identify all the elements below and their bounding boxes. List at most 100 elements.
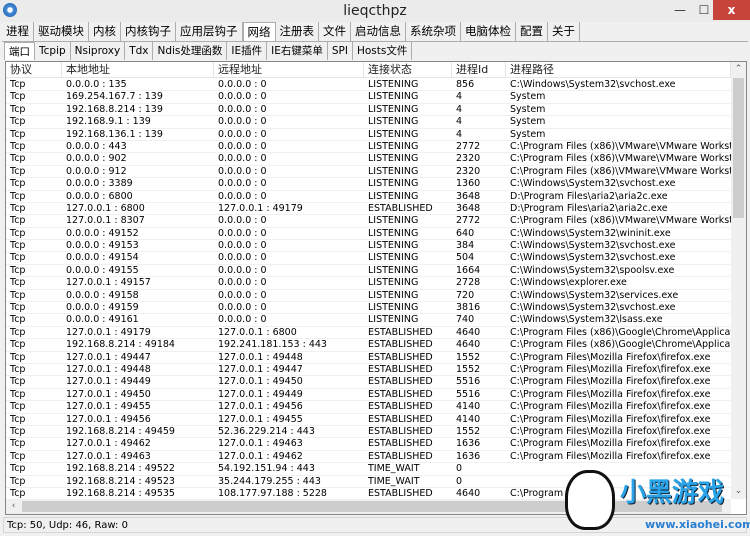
tab-1[interactable]: 驱动模块 bbox=[34, 22, 89, 41]
process-path-cell: System bbox=[510, 116, 546, 128]
pid-cell: 5516 bbox=[456, 388, 481, 400]
local-address-cell: 169.254.167.7 : 139 bbox=[66, 91, 163, 103]
tab-11[interactable]: 配置 bbox=[516, 22, 548, 41]
tab-9[interactable]: 系统杂项 bbox=[406, 22, 461, 41]
tab-7[interactable]: 文件 bbox=[319, 22, 351, 41]
table-row[interactable]: Tcp 192.168.8.214 : 139 0.0.0.0 : 0 LISTENI… bbox=[6, 103, 731, 117]
table-row[interactable]: Tcp 0.0.0.0 : 912 0.0.0.0 : 0 LISTENING 2320… bbox=[6, 165, 731, 179]
protocol-cell: Tcp bbox=[10, 227, 26, 239]
subtab-0[interactable]: 端口 bbox=[4, 42, 35, 60]
subtab-7[interactable]: SPI bbox=[328, 42, 353, 60]
protocol-cell: Tcp bbox=[10, 116, 26, 128]
protocol-cell: Tcp bbox=[10, 326, 26, 338]
protocol-cell: Tcp bbox=[10, 376, 26, 388]
scroll-left-icon[interactable]: ‹ bbox=[6, 499, 21, 514]
table-row[interactable]: Tcp 192.168.8.214 : 49184 192.241.181.153 … bbox=[6, 339, 731, 352]
table-row[interactable]: Tcp 0.0.0.0 : 49159 0.0.0.0 : 0 LISTENING 38… bbox=[6, 302, 731, 315]
pid-cell: 4640 bbox=[456, 339, 481, 351]
table-row[interactable]: Tcp 127.0.0.1 : 49449 127.0.0.1 : 49450 EST… bbox=[6, 376, 731, 389]
protocol-cell: Tcp bbox=[10, 289, 26, 301]
remote-address-cell: 54.192.151.94 : 443 bbox=[218, 463, 315, 475]
state-cell: TIME_WAIT bbox=[368, 475, 420, 487]
pid-cell: 1552 bbox=[456, 363, 481, 375]
tab-4[interactable]: 应用层钩子 bbox=[176, 22, 243, 41]
column-header-4[interactable]: 进程Id bbox=[452, 62, 506, 78]
local-address-cell: 192.168.8.214 : 49522 bbox=[66, 463, 175, 475]
table-row[interactable]: Tcp 0.0.0.0 : 902 0.0.0.0 : 0 LISTENING 2320… bbox=[6, 153, 731, 166]
table-row[interactable]: Tcp 127.0.0.1 : 6800 127.0.0.1 : 49179 ESTA… bbox=[6, 202, 731, 216]
subtab-2[interactable]: Nsiproxy bbox=[71, 42, 126, 60]
column-header-5[interactable]: 进程路径 bbox=[506, 62, 731, 78]
subtab-8[interactable]: Hosts文件 bbox=[353, 42, 413, 60]
protocol-cell: Tcp bbox=[10, 79, 26, 90]
tab-0[interactable]: 进程 bbox=[2, 22, 34, 41]
table-row[interactable]: Tcp 127.0.0.1 : 49463 127.0.0.1 : 49462 EST… bbox=[6, 451, 731, 464]
table-row[interactable]: Tcp 0.0.0.0 : 49155 0.0.0.0 : 0 LISTENING 16… bbox=[6, 265, 731, 278]
table-row[interactable]: Tcp 0.0.0.0 : 6800 0.0.0.0 : 0 LISTENING 364… bbox=[6, 191, 731, 203]
table-row[interactable]: Tcp 192.168.8.214 : 49459 52.36.229.214 : … bbox=[6, 426, 731, 439]
column-header-1[interactable]: 本地地址 bbox=[62, 62, 214, 78]
table-row[interactable]: Tcp 127.0.0.1 : 49157 0.0.0.0 : 0 LISTENING… bbox=[6, 277, 731, 290]
main-tabs: 进程 驱动模块 内核 内核钩子 应用层钩子 网络 注册表 文件 启动信息 系统杂项 电脑体检 配置 关于 bbox=[2, 22, 748, 42]
table-row[interactable]: Tcp 0.0.0.0 : 3389 0.0.0.0 : 0 LISTENING 136… bbox=[6, 178, 731, 191]
process-path-cell: C:\Program Files (x86)\Google\Chrome\App… bbox=[510, 339, 731, 351]
vertical-scroll-thumb[interactable] bbox=[733, 78, 744, 218]
tab-10[interactable]: 电脑体检 bbox=[461, 22, 516, 41]
subtab-5[interactable]: IE插件 bbox=[227, 42, 268, 60]
tab-6[interactable]: 注册表 bbox=[276, 22, 319, 41]
subtab-3[interactable]: Tdx bbox=[125, 42, 154, 60]
table-row[interactable]: Tcp 0.0.0.0 : 49153 0.0.0.0 : 0 LISTENING 38… bbox=[6, 240, 731, 253]
table-row[interactable]: Tcp 0.0.0.0 : 443 0.0.0.0 : 0 LISTENING 2772… bbox=[6, 141, 731, 154]
close-button[interactable]: x bbox=[713, 0, 750, 20]
state-cell: LISTENING bbox=[368, 116, 419, 128]
horizontal-scrollbar[interactable]: ‹ bbox=[6, 499, 731, 514]
tab-12[interactable]: 关于 bbox=[548, 22, 580, 41]
protocol-cell: Tcp bbox=[10, 438, 26, 450]
pid-cell: 3816 bbox=[456, 302, 481, 314]
table-row[interactable]: Tcp 127.0.0.1 : 49447 127.0.0.1 : 49448 EST… bbox=[6, 352, 731, 364]
table-row[interactable]: Tcp 127.0.0.1 : 49450 127.0.0.1 : 49449 EST… bbox=[6, 388, 731, 402]
subtab-1[interactable]: Tcpip bbox=[35, 42, 71, 60]
process-path-cell: C:\Windows\System32\svchost.exe bbox=[510, 178, 676, 190]
horizontal-scroll-thumb[interactable] bbox=[22, 501, 722, 512]
state-cell: ESTABLISHED bbox=[368, 363, 433, 375]
table-row[interactable]: Tcp 0.0.0.0 : 49152 0.0.0.0 : 0 LISTENING 64… bbox=[6, 227, 731, 241]
scroll-down-icon[interactable]: ⌄ bbox=[731, 484, 746, 499]
column-header-0[interactable]: 协议 bbox=[6, 62, 62, 78]
table-row[interactable]: Tcp 127.0.0.1 : 49455 127.0.0.1 : 49456 EST… bbox=[6, 401, 731, 414]
local-address-cell: 0.0.0.0 : 49152 bbox=[66, 227, 139, 239]
table-row[interactable]: Tcp 127.0.0.1 : 49448 127.0.0.1 : 49447 EST… bbox=[6, 363, 731, 377]
table-row[interactable]: Tcp 169.254.167.7 : 139 0.0.0.0 : 0 LISTENI… bbox=[6, 91, 731, 104]
tab-8[interactable]: 启动信息 bbox=[351, 22, 406, 41]
table-row[interactable]: Tcp 0.0.0.0 : 49154 0.0.0.0 : 0 LISTENING 50… bbox=[6, 252, 731, 265]
column-header-3[interactable]: 连接状态 bbox=[364, 62, 452, 78]
table-row[interactable]: Tcp 127.0.0.1 : 49179 127.0.0.1 : 6800 ESTA… bbox=[6, 326, 731, 340]
subtab-4[interactable]: Ndis处理函数 bbox=[153, 42, 228, 60]
table-row[interactable]: Tcp 192.168.8.214 : 49522 54.192.151.94 : … bbox=[6, 463, 731, 476]
pid-cell: 2320 bbox=[456, 165, 481, 177]
table-row[interactable]: Tcp 127.0.0.1 : 49456 127.0.0.1 : 49455 EST… bbox=[6, 414, 731, 426]
table-row[interactable]: Tcp 192.168.136.1 : 139 0.0.0.0 : 0 LISTENI… bbox=[6, 129, 731, 141]
pid-cell: 4 bbox=[456, 103, 463, 115]
process-path-cell: C:\Program Files\Mozilla Firefox\firefox… bbox=[510, 438, 711, 450]
tab-3[interactable]: 内核钩子 bbox=[121, 22, 176, 41]
table-row[interactable]: Tcp 127.0.0.1 : 8307 0.0.0.0 : 0 LISTENING 2… bbox=[6, 215, 731, 228]
subtab-6[interactable]: IE右键菜单 bbox=[267, 42, 328, 60]
tab-5[interactable]: 网络 bbox=[242, 22, 276, 41]
table-row[interactable]: Tcp 192.168.9.1 : 139 0.0.0.0 : 0 LISTENING… bbox=[6, 116, 731, 129]
table-row[interactable]: Tcp 0.0.0.0 : 49158 0.0.0.0 : 0 LISTENING 72… bbox=[6, 289, 731, 303]
minimize-button[interactable]: — bbox=[668, 0, 692, 20]
state-cell: LISTENING bbox=[368, 165, 419, 177]
process-path-cell: C:\Windows\explorer.exe bbox=[510, 277, 627, 289]
table-row[interactable]: Tcp 192.168.8.214 : 49523 35.244.179.255 :… bbox=[6, 476, 731, 488]
tab-2[interactable]: 内核 bbox=[89, 22, 121, 41]
protocol-cell: Tcp bbox=[10, 202, 26, 214]
table-row[interactable]: Tcp 0.0.0.0 : 49161 0.0.0.0 : 0 LISTENING 74… bbox=[6, 314, 731, 327]
vertical-scrollbar[interactable]: ⌃ ⌄ bbox=[731, 62, 746, 499]
protocol-cell: Tcp bbox=[10, 128, 26, 140]
scroll-up-icon[interactable]: ⌃ bbox=[731, 62, 746, 77]
table-row[interactable]: Tcp 127.0.0.1 : 49462 127.0.0.1 : 49463 EST… bbox=[6, 438, 731, 451]
protocol-cell: Tcp bbox=[10, 487, 26, 499]
column-header-2[interactable]: 远程地址 bbox=[214, 62, 364, 78]
table-row[interactable]: Tcp 0.0.0.0 : 135 0.0.0.0 : 0 LISTENING 856 C… bbox=[6, 79, 731, 92]
